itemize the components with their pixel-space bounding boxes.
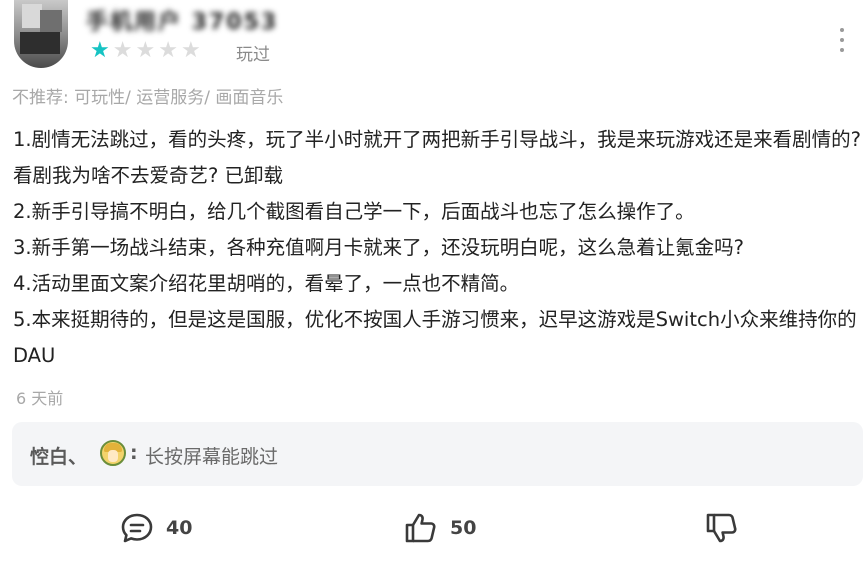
thumbs-up-icon xyxy=(405,513,436,543)
username[interactable]: 手机用户 3705370 xyxy=(86,4,276,34)
reply-separator: : xyxy=(130,442,138,464)
star-filled-icon: ★ xyxy=(90,38,110,63)
review-body: 1.剧情无法跳过，看的头疼，玩了半小时就开了两把新手引导战斗，我是来玩游戏还是来… xyxy=(13,122,863,374)
reply-author[interactable]: 悾白、 xyxy=(30,442,87,469)
like-count: 50 xyxy=(450,517,477,539)
comment-icon xyxy=(121,513,153,543)
star-empty-icon: ★ xyxy=(180,38,201,63)
star-empty-icon: ★ xyxy=(112,38,133,63)
review-paragraph: 3.新手第一场战斗结束，各种充值啊月卡就来了，还没玩明白呢，这么急着让氪金吗? xyxy=(13,236,744,259)
avatar[interactable] xyxy=(14,0,68,68)
more-options-icon[interactable] xyxy=(834,28,850,52)
post-time: 6 天前 xyxy=(16,389,64,408)
recommend-tags: 不推荐: 可玩性/ 运营服务/ 画面音乐 xyxy=(12,88,284,108)
reply-author-avatar-icon xyxy=(100,440,126,466)
reply-text: 长按屏幕能跳过 xyxy=(145,446,279,468)
review-paragraph: 2.新手引导搞不明白，给几个截图看自己学一下，后面战斗也忘了怎么操作了。 xyxy=(13,200,695,223)
reply-preview[interactable]: 悾白、 : 长按屏幕能跳过 xyxy=(12,422,863,486)
review-card: 手机用户 3705370 ★★★★★ 玩过 不推荐: 可玩性/ 运营服务/ 画面… xyxy=(0,0,867,564)
thumbs-down-icon xyxy=(706,513,737,543)
star-empty-icon: ★ xyxy=(158,38,178,63)
comment-button[interactable]: 40 xyxy=(120,508,192,548)
dislike-button[interactable] xyxy=(705,508,739,548)
review-paragraph: 5.本来挺期待的，但是这是国服，优化不按国人手游习惯来，迟早这游戏是Switch… xyxy=(13,308,857,367)
like-button[interactable]: 50 xyxy=(404,508,476,548)
review-paragraph: 1.剧情无法跳过，看的头疼，玩了半小时就开了两把新手引导战斗，我是来玩游戏还是来… xyxy=(13,128,861,187)
played-status: 玩过 xyxy=(236,45,270,65)
rating-stars: ★ ★ ★ ★ ★ xyxy=(90,38,201,64)
star-empty-icon: ★ xyxy=(135,38,156,63)
review-paragraph: 4.活动里面文案介绍花里胡哨的，看晕了，一点也不精简。 xyxy=(13,272,520,295)
action-bar: 40 50 xyxy=(0,508,867,548)
comment-count: 40 xyxy=(166,517,193,539)
